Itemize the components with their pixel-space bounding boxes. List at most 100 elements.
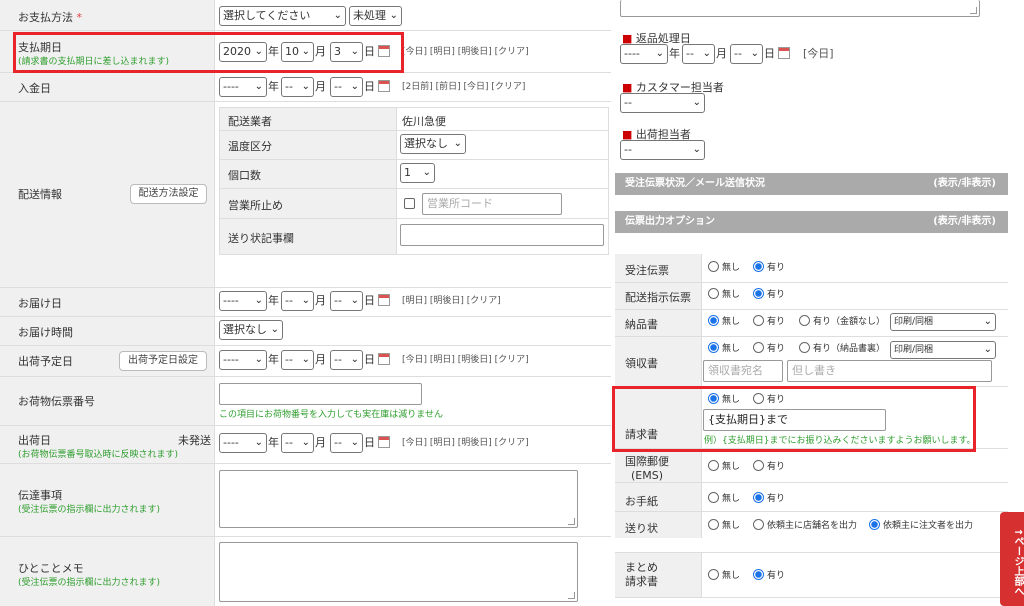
ship-date-quick-links[interactable]: [今日] [明日] [明後日] [クリア] xyxy=(402,433,529,453)
toggle-link[interactable]: (表示/非表示) xyxy=(933,173,996,195)
return-year-select[interactable]: ---- ⌄ xyxy=(620,44,668,64)
label-slip-label: 送り状 xyxy=(625,522,658,535)
receipt-back-radio[interactable]: 有り（納品書裏） xyxy=(799,342,885,356)
letter-yes-radio[interactable]: 有り xyxy=(753,492,785,506)
ship-month-select[interactable]: -- ⌄ xyxy=(281,433,314,453)
tracking-label: お荷物伝票番号 xyxy=(18,395,95,408)
delivery-time-select[interactable]: 選択なし ⌄ xyxy=(219,320,283,340)
carrier-label: 配送業者 xyxy=(228,115,272,128)
order-slip-none-radio[interactable]: 無し xyxy=(708,261,740,275)
label-slip-none-radio[interactable]: 無し xyxy=(708,519,740,533)
row-divider xyxy=(220,130,608,131)
ship-plan-year-select[interactable]: ---- ⌄ xyxy=(219,350,267,370)
payment-status-select[interactable]: 未処理 ⌄ xyxy=(349,6,402,26)
letter-none-radio[interactable]: 無し xyxy=(708,492,740,506)
temperature-select[interactable]: 選択なし ⌄ xyxy=(400,134,466,154)
summary-none-radio[interactable]: 無し xyxy=(708,569,740,583)
calendar-icon[interactable] xyxy=(378,353,390,365)
delivery-month-select[interactable]: -- ⌄ xyxy=(281,291,314,311)
deposit-day-select[interactable]: -- ⌄ xyxy=(330,77,363,97)
label-slip-orderer-radio[interactable]: 依頼主に注文者を出力 xyxy=(869,519,973,533)
summary-yes-radio[interactable]: 有り xyxy=(753,569,785,583)
invoice-print-select[interactable]: 印刷/同梱 ⌄ xyxy=(890,313,996,331)
shipping-method-button[interactable]: 配送方法設定 xyxy=(130,184,207,204)
invoice-none-radio[interactable]: 無し xyxy=(708,315,740,329)
payment-method-select[interactable]: 選択してください ⌄ xyxy=(219,6,346,26)
carrier-value: 佐川急便 xyxy=(402,115,446,128)
chevron-down-icon: ⌄ xyxy=(692,97,701,108)
tracking-note: この項目にお荷物番号を入力しても実在庫は減りません xyxy=(219,410,444,420)
deposit-year-select[interactable]: ---- ⌄ xyxy=(219,77,267,97)
ems-none-radio[interactable]: 無し xyxy=(708,460,740,474)
invoice-no-amount-radio[interactable]: 有り（金額なし） xyxy=(799,315,885,329)
ship-date-label: 出荷日 xyxy=(18,434,51,447)
col-divider xyxy=(396,108,397,254)
order-slip-yes-radio[interactable]: 有り xyxy=(753,261,785,275)
chevron-down-icon: ⌄ xyxy=(270,324,279,335)
year-unit: 年 xyxy=(669,47,680,60)
row-divider xyxy=(0,536,611,537)
ship-plan-month-select[interactable]: -- ⌄ xyxy=(281,350,314,370)
calendar-icon[interactable] xyxy=(378,436,390,448)
chevron-down-icon: ⌄ xyxy=(301,295,310,306)
deposit-quick-links[interactable]: [2日前] [前日] [今日] [クリア] xyxy=(402,77,525,97)
remarks-textarea[interactable] xyxy=(620,0,980,17)
receipt-print-select[interactable]: 印刷/同梱 ⌄ xyxy=(890,341,996,359)
cs-select[interactable]: -- ⌄ xyxy=(620,93,705,113)
ship-day-select[interactable]: -- ⌄ xyxy=(330,433,363,453)
message-textarea[interactable] xyxy=(219,470,578,528)
order-status-section-bar[interactable]: 受注伝票状況／メール送信状況 (表示/非表示) xyxy=(615,173,1008,195)
delivery-quick-links[interactable]: [明日] [明後日] [クリア] xyxy=(402,291,501,311)
print-options-section-bar[interactable]: 伝票出力オプション (表示/非表示) xyxy=(615,211,1008,233)
ems-yes-radio[interactable]: 有り xyxy=(753,460,785,474)
ship-year-select[interactable]: ---- ⌄ xyxy=(219,433,267,453)
chevron-down-icon: ⌄ xyxy=(254,354,263,365)
ship-plan-quick-links[interactable]: [今日] [明日] [明後日] [クリア] xyxy=(402,350,529,370)
receipt-yes-radio[interactable]: 有り xyxy=(753,342,785,356)
summary-row xyxy=(615,552,1001,598)
page-top-button[interactable]: ↑ページ上部へ xyxy=(1000,512,1024,606)
return-day-select[interactable]: -- ⌄ xyxy=(730,44,763,64)
invoice-yes-radio[interactable]: 有り xyxy=(753,315,785,329)
ship-status: 未発送 xyxy=(178,434,211,447)
calendar-icon[interactable] xyxy=(378,294,390,306)
chevron-down-icon: ⌄ xyxy=(983,344,992,355)
deposit-month-select[interactable]: -- ⌄ xyxy=(281,77,314,97)
delivery-day-select[interactable]: -- ⌄ xyxy=(330,291,363,311)
ship-plan-button[interactable]: 出荷予定日設定 xyxy=(119,351,207,371)
chevron-down-icon: ⌄ xyxy=(350,437,359,448)
tracking-input[interactable] xyxy=(219,383,422,405)
label-slip-store-radio[interactable]: 依頼主に店舗名を出力 xyxy=(753,519,857,533)
memo-label: ひとことメモ xyxy=(18,562,84,575)
return-quick-links[interactable]: [今日] xyxy=(803,44,834,64)
shipper-select[interactable]: -- ⌄ xyxy=(620,140,705,160)
return-month-select[interactable]: -- ⌄ xyxy=(682,44,715,64)
delivery-year-select[interactable]: ---- ⌄ xyxy=(219,291,267,311)
memo-textarea[interactable] xyxy=(219,542,578,602)
receipt-proviso-input[interactable]: 但し書き xyxy=(787,360,992,382)
label-note-input[interactable] xyxy=(400,224,604,246)
chevron-down-icon: ⌄ xyxy=(983,316,992,327)
delivery-date-label: お届け日 xyxy=(18,297,62,310)
office-code-input[interactable]: 営業所コード xyxy=(422,193,562,215)
ship-plan-label: 出荷予定日 xyxy=(18,355,73,368)
receipt-label: 領収書 xyxy=(625,357,658,370)
receipt-name-input[interactable]: 領収書宛名 xyxy=(703,360,783,382)
chevron-down-icon: ⌄ xyxy=(301,81,310,92)
delivery-slip-none-radio[interactable]: 無し xyxy=(708,288,740,302)
calendar-icon[interactable] xyxy=(378,80,390,92)
ship-plan-day-select[interactable]: -- ⌄ xyxy=(330,350,363,370)
due-date-quick-links[interactable]: [今日] [明日] [明後日] [クリア] xyxy=(402,42,529,62)
deposit-date-label: 入金日 xyxy=(18,82,51,95)
ship-date-note: (お荷物伝票番号取込時に反映されます) xyxy=(18,450,179,460)
receipt-none-radio[interactable]: 無し xyxy=(708,342,740,356)
parcel-count-select[interactable]: 1 ⌄ xyxy=(400,163,435,183)
toggle-link[interactable]: (表示/非表示) xyxy=(933,211,996,233)
row-divider xyxy=(615,309,1008,310)
row-divider xyxy=(0,345,611,346)
delivery-slip-yes-radio[interactable]: 有り xyxy=(753,288,785,302)
office-hold-checkbox[interactable] xyxy=(404,196,421,210)
calendar-icon[interactable] xyxy=(778,47,790,59)
day-unit: 日 xyxy=(364,80,375,93)
month-unit: 月 xyxy=(315,80,326,93)
